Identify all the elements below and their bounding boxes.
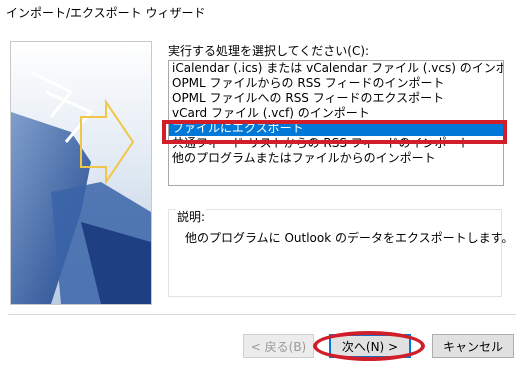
window-title: インポート/エクスポート ウィザード <box>6 6 206 20</box>
list-item[interactable]: 共通フィード リストからの RSS フィードのインポート <box>169 136 503 151</box>
description-text: 他のプログラムに Outlook のデータをエクスポートします。 <box>185 231 514 245</box>
separator <box>8 314 516 315</box>
action-listbox[interactable]: iCalendar (.ics) または vCalendar ファイル (.vc… <box>168 60 504 186</box>
next-button[interactable]: 次へ(N) > <box>329 334 411 358</box>
list-item[interactable]: vCard ファイル (.vcf) のインポート <box>169 106 503 121</box>
list-item[interactable]: 他のプログラムまたはファイルからのインポート <box>169 151 503 166</box>
action-prompt-label: 実行する処理を選択してください(C): <box>168 44 370 58</box>
list-item[interactable]: OPML ファイルからの RSS フィードのインポート <box>169 76 503 91</box>
back-button[interactable]: < 戻る(B) <box>243 334 314 358</box>
list-item[interactable]: iCalendar (.ics) または vCalendar ファイル (.vc… <box>169 61 503 76</box>
description-group <box>168 209 502 297</box>
list-item-selected[interactable]: ファイルにエクスポート <box>169 121 503 136</box>
cancel-button[interactable]: キャンセル <box>432 334 514 358</box>
wizard-graphic <box>10 41 152 305</box>
list-item[interactable]: OPML ファイルへの RSS フィードのエクスポート <box>169 91 503 106</box>
description-label: 説明: <box>176 208 207 225</box>
